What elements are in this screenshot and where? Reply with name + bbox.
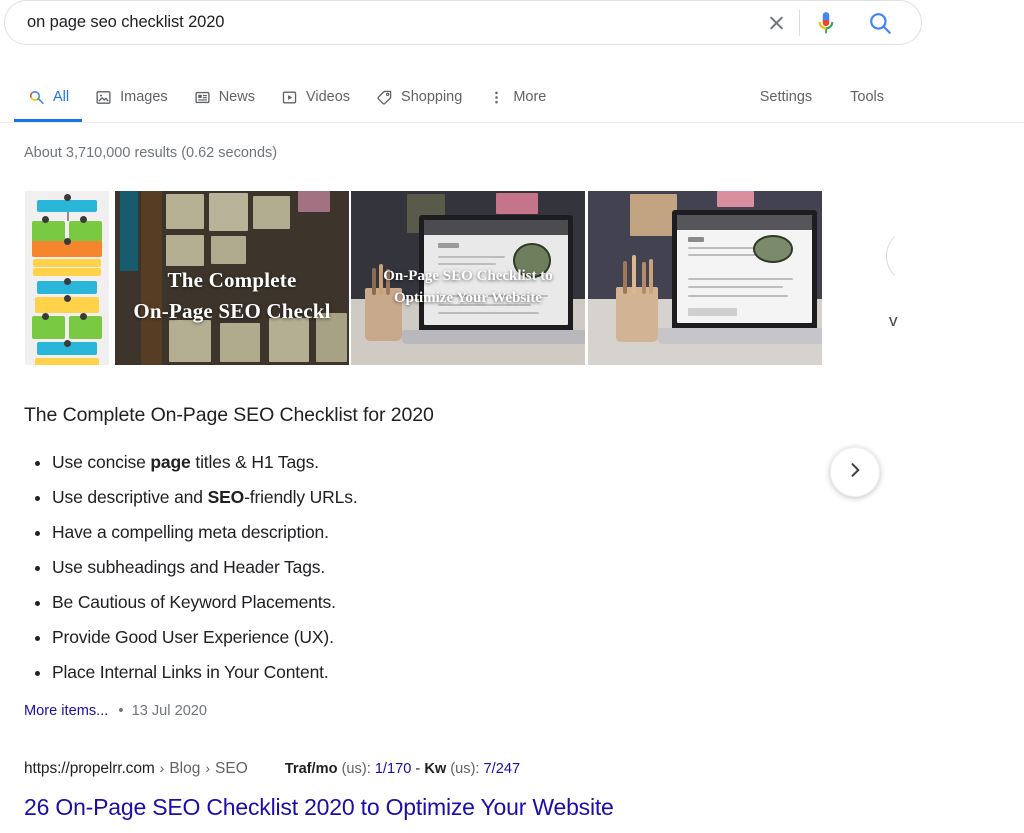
stray-glyph: v <box>889 311 898 330</box>
carousel-thumbnail-1[interactable] <box>25 191 109 365</box>
search-nav-bar: All Images News Videos Shopping More Set… <box>0 72 1024 123</box>
result-stats: About 3,710,000 results (0.62 seconds) <box>24 145 278 161</box>
more-items-link[interactable]: More items... <box>24 703 108 719</box>
image-icon <box>95 89 112 106</box>
tab-more-label: More <box>513 89 547 105</box>
traffic-region: (us): <box>341 761 371 777</box>
laptop <box>672 210 818 332</box>
carousel-caption-2-line1: The Complete <box>167 267 297 292</box>
result-url-row: https://propelrr.com › Blog › SEO Traf/m… <box>24 760 520 778</box>
search-icon[interactable] <box>865 8 895 38</box>
tab-all-label: All <box>53 89 70 105</box>
more-vertical-icon <box>488 89 505 106</box>
google-search-icon <box>28 89 45 106</box>
tab-videos[interactable]: Videos <box>268 72 363 122</box>
nav-right-links: Settings Tools <box>760 72 884 122</box>
carousel-next-button[interactable] <box>830 447 880 497</box>
laptop-desk-image-b <box>588 191 822 365</box>
infographic-image <box>25 191 109 365</box>
list-item: Use descriptive and SEO-friendly URLs. <box>52 480 724 515</box>
search-input[interactable] <box>5 1 759 44</box>
tools-button[interactable]: Tools <box>850 89 884 105</box>
featured-snippet-list: Use concise page titles & H1 Tags. Use d… <box>24 445 724 690</box>
traffic-value[interactable]: 1/170 <box>375 761 412 777</box>
keyword-region: (us): <box>450 761 480 777</box>
nav-tabs: All Images News Videos Shopping More <box>14 72 559 122</box>
search-bar[interactable] <box>4 0 922 45</box>
metrics-dash: - <box>415 761 421 777</box>
featured-snippet-title: The Complete On-Page SEO Checklist for 2… <box>24 404 434 426</box>
list-item: Use subheadings and Header Tags. <box>52 550 724 585</box>
laptop-desk-image-a: On-Page SEO Checklist to Optimize Your W… <box>351 191 585 365</box>
tab-shopping[interactable]: Shopping <box>363 72 475 122</box>
tab-videos-label: Videos <box>305 89 351 105</box>
sticky-notes-image: The Complete On-Page SEO Checkl <box>115 191 349 365</box>
breadcrumb-seo: SEO <box>215 760 248 777</box>
snippet-footer: More items... • 13 Jul 2020 <box>24 703 207 719</box>
list-item: Be Cautious of Keyword Placements. <box>52 585 724 620</box>
tab-news-label: News <box>218 89 255 105</box>
bullet-separator: • <box>118 703 124 719</box>
seo-metrics: Traf/mo (us): 1/170 - Kw (us): 7/247 <box>285 761 520 777</box>
newspaper-icon <box>194 89 211 106</box>
pencil-cup <box>616 286 659 343</box>
browser-bar <box>677 215 813 231</box>
list-item: Place Internal Links in Your Content. <box>52 655 724 690</box>
wall-note <box>630 194 677 237</box>
search-divider <box>799 9 800 36</box>
traffic-label: Traf/mo <box>284 761 338 777</box>
carousel-thumbnail-2[interactable]: The Complete On-Page SEO Checkl <box>115 191 349 365</box>
carousel-thumbnail-4[interactable] <box>588 191 822 365</box>
result-title-link[interactable]: 26 On-Page SEO Checklist 2020 to Optimiz… <box>24 792 614 822</box>
snippet-date: 13 Jul 2020 <box>131 703 208 719</box>
tab-more[interactable]: More <box>475 72 559 122</box>
tab-images[interactable]: Images <box>82 72 181 122</box>
laptop-base <box>658 328 822 345</box>
microphone-icon[interactable] <box>813 8 839 38</box>
tab-news[interactable]: News <box>181 72 268 122</box>
tab-all[interactable]: All <box>14 72 83 122</box>
active-tab-underline <box>14 119 83 122</box>
image-carousel: The Complete On-Page SEO Checkl On-Page … <box>0 191 1024 497</box>
chevron-right-icon <box>845 460 865 485</box>
keyword-label: Kw <box>424 761 447 777</box>
breadcrumb-blog: Blog <box>169 760 201 777</box>
pink-note <box>716 191 755 207</box>
breadcrumb-arrow: › <box>205 760 211 776</box>
keyword-value[interactable]: 7/247 <box>484 761 521 777</box>
laptop-screen <box>677 215 813 323</box>
tab-shopping-label: Shopping <box>401 89 463 105</box>
list-item: Have a compelling meta description. <box>52 515 724 550</box>
video-icon <box>281 89 298 106</box>
settings-button[interactable]: Settings <box>760 89 812 105</box>
result-url: https://propelrr.com <box>24 760 155 777</box>
google-search-results-page: All Images <box>0 0 1024 833</box>
browser-bar <box>423 220 569 235</box>
list-item: Provide Good User Experience (UX). <box>52 620 724 655</box>
carousel-caption-2-line2: On-Page SEO Checkl <box>133 298 331 323</box>
list-item: Use concise page titles & H1 Tags. <box>52 445 724 480</box>
carousel-caption-3-line1: On-Page SEO Checklist to <box>383 267 553 284</box>
close-icon[interactable] <box>759 7 793 39</box>
laptop-base <box>402 330 585 345</box>
carousel-thumbnail-3[interactable]: On-Page SEO Checklist to Optimize Your W… <box>351 191 585 365</box>
carousel-caption-3-line2: Optimize Your Website <box>393 290 543 307</box>
pink-note <box>496 192 539 214</box>
breadcrumb-arrow: › <box>159 760 165 776</box>
price-tag-icon <box>376 89 393 106</box>
tab-images-label: Images <box>120 89 168 105</box>
